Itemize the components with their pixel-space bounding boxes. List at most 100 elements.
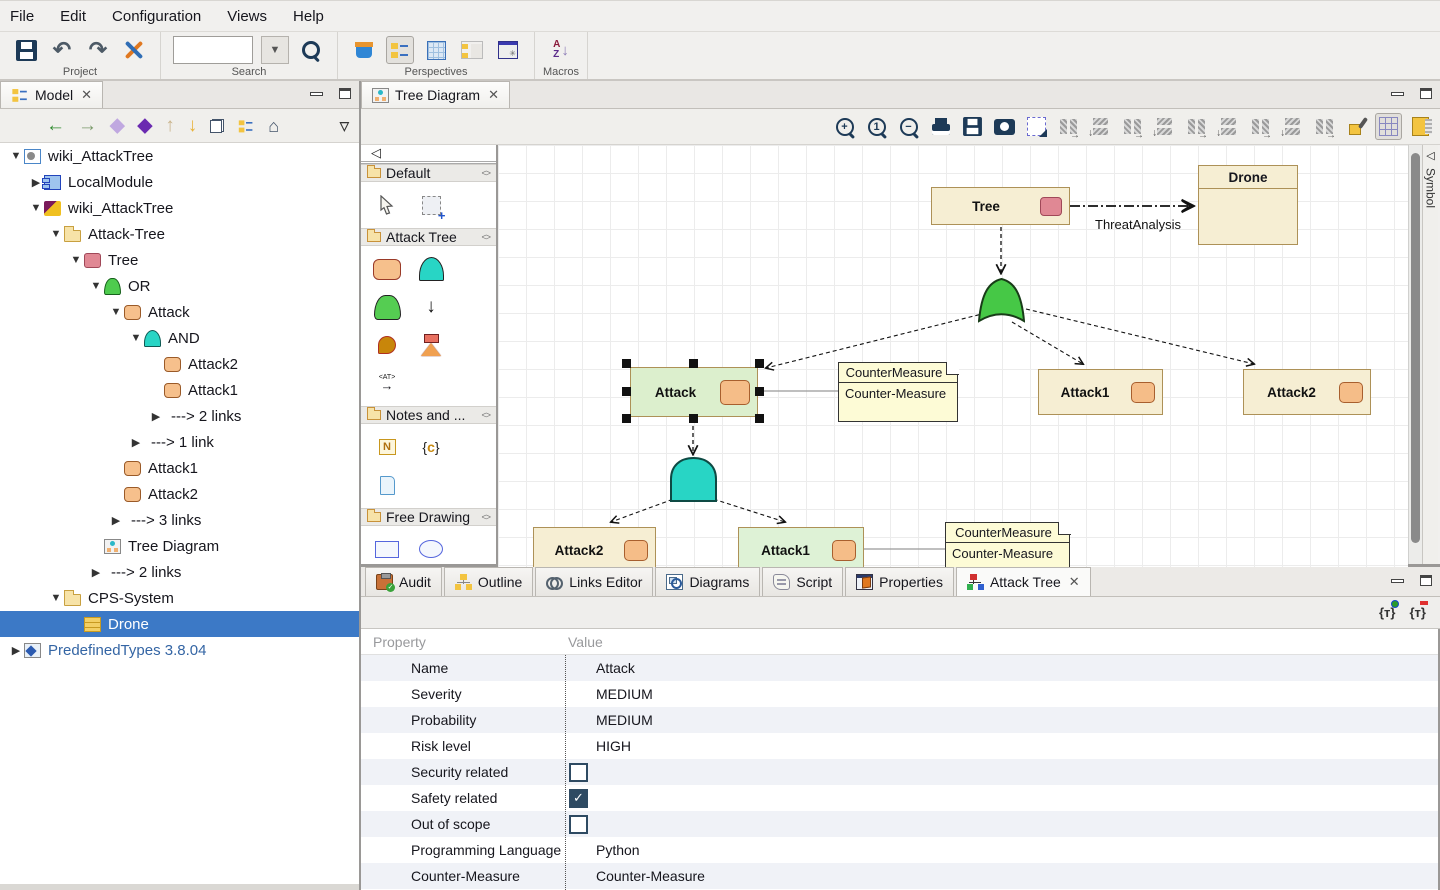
attack-countermeasure-badge[interactable] — [720, 380, 750, 405]
collapse-arrow-icon[interactable]: ▼ — [128, 332, 144, 344]
property-value[interactable]: HIGH — [565, 738, 1438, 754]
node-tree[interactable]: Tree — [931, 187, 1070, 225]
macros-button[interactable]: AZ↓ — [547, 36, 575, 64]
attack-tree-tab-close-icon[interactable]: ✕ — [1069, 574, 1080, 590]
bottom-maximize-icon[interactable] — [1420, 575, 1432, 586]
menu-help[interactable]: Help — [293, 8, 324, 25]
save-diagram-button[interactable] — [959, 113, 986, 140]
palette-collapse-button[interactable]: ◁ — [361, 145, 496, 164]
palette-section-default[interactable]: Default<> — [361, 164, 496, 182]
maximize-panel-icon[interactable] — [339, 88, 351, 99]
tree-item--1-link[interactable]: ▶---> 1 link — [0, 429, 359, 455]
tab-diagrams[interactable]: Diagrams — [655, 567, 760, 596]
bottom-minimize-icon[interactable] — [1391, 579, 1404, 583]
tree-item-attack2[interactable]: Attack2 — [0, 351, 359, 377]
copy-icon[interactable] — [210, 119, 224, 133]
tab-audit[interactable]: Audit — [365, 567, 442, 596]
tab-model[interactable]: Model ✕ — [0, 81, 103, 108]
collapse-arrow-icon[interactable]: ▼ — [48, 592, 64, 604]
tab-links-editor[interactable]: Links Editor — [535, 567, 653, 596]
tool-countermeasure-symbol[interactable] — [417, 332, 445, 358]
diagram-maximize-icon[interactable] — [1420, 88, 1432, 99]
settings-button[interactable] — [120, 36, 148, 64]
tree-item-attack1[interactable]: Attack1 — [0, 455, 359, 481]
tree-perspective-button[interactable] — [386, 36, 414, 64]
diamond-prev-icon[interactable]: ◆ — [110, 116, 125, 135]
expand-arrow-icon[interactable]: ▶ — [88, 566, 104, 579]
out-of-scope-checkbox[interactable] — [569, 815, 588, 834]
node-attack-selected[interactable]: Attack — [630, 367, 758, 417]
model-tab-close-icon[interactable]: ✕ — [81, 87, 92, 103]
node-attack2-mid[interactable]: Attack2 — [1243, 369, 1371, 415]
property-value[interactable]: Counter-Measure — [565, 868, 1438, 884]
move-up-icon[interactable]: ↑ — [165, 116, 175, 135]
expand-arrow-icon[interactable]: ▶ — [108, 514, 124, 527]
attack2-countermeasure-badge[interactable] — [1339, 382, 1363, 403]
center-horizontal-button[interactable] — [1215, 113, 1242, 140]
tree-item--3-links[interactable]: ▶---> 3 links — [0, 507, 359, 533]
diagram-minimize-icon[interactable] — [1391, 92, 1404, 96]
remove-attribute-button[interactable]: {т} — [1410, 605, 1427, 620]
tree-item-wiki-attacktree[interactable]: ▼wiki_AttackTree — [0, 195, 359, 221]
menu-views[interactable]: Views — [227, 8, 267, 25]
expand-arrow-icon[interactable]: ▶ — [148, 410, 164, 423]
screenshot-button[interactable] — [991, 113, 1018, 140]
collapse-arrow-icon[interactable]: ▼ — [8, 150, 24, 162]
tree-item--2-links[interactable]: ▶---> 2 links — [0, 403, 359, 429]
tool-ellipse[interactable] — [417, 536, 445, 562]
move-down-icon[interactable]: ↓ — [188, 116, 198, 135]
search-button[interactable] — [297, 36, 325, 64]
tool-at-link[interactable]: <AT>→ — [373, 370, 401, 396]
tool-cursor[interactable] — [373, 192, 401, 218]
scrollbar-thumb[interactable] — [1411, 153, 1420, 543]
tree-item-tree[interactable]: ▼Tree — [0, 247, 359, 273]
property-value[interactable]: MEDIUM — [565, 712, 1438, 728]
search-dropdown-button[interactable]: ▼ — [261, 36, 289, 64]
safety-related-checkbox[interactable]: ✓ — [569, 789, 588, 808]
tool-countermeasure-balloon[interactable] — [373, 332, 401, 358]
modeling-perspective-button[interactable] — [350, 36, 378, 64]
tree-item-tree-diagram[interactable]: Tree Diagram — [0, 533, 359, 559]
selection-handle[interactable] — [755, 414, 764, 423]
collapse-arrow-icon[interactable]: ▼ — [28, 202, 44, 214]
tool-sequence-arrow[interactable]: ↓ — [417, 294, 445, 320]
node-drone[interactable]: Drone — [1198, 165, 1298, 245]
security-related-checkbox[interactable] — [569, 763, 588, 782]
countermeasure-note-1[interactable]: CounterMeasure Counter-Measure — [838, 362, 958, 422]
symbol-side-panel[interactable]: ◁ Symbol — [1422, 145, 1438, 564]
property-value[interactable]: Attack — [565, 660, 1438, 676]
symbol-library-button[interactable] — [1407, 113, 1434, 140]
expand-arrow-icon[interactable]: ▶ — [8, 644, 24, 657]
search-input[interactable] — [173, 36, 253, 64]
tree-item-predefinedtypes-3-8-04[interactable]: ▶PredefinedTypes 3.8.04 — [0, 637, 359, 663]
tab-attack-tree[interactable]: Attack Tree✕ — [956, 567, 1091, 596]
center-vertical-button[interactable] — [1183, 113, 1210, 140]
paintbrush-button[interactable] — [1343, 113, 1370, 140]
tree-countermeasure-badge[interactable] — [1040, 197, 1062, 216]
attack2-bottom-badge[interactable] — [624, 540, 648, 561]
redo-button[interactable]: ↷ — [84, 36, 112, 64]
expand-symbol-panel-icon[interactable]: ◁ — [1426, 149, 1434, 162]
tool-rectangle[interactable] — [373, 536, 401, 562]
toggle-grid-button[interactable] — [1375, 113, 1402, 140]
tool-constraint[interactable]: {c} — [417, 434, 445, 460]
menu-edit[interactable]: Edit — [60, 8, 86, 25]
property-value[interactable]: Python — [565, 842, 1438, 858]
selection-handle[interactable] — [622, 414, 631, 423]
align-top-button[interactable] — [1055, 113, 1082, 140]
tree-item-attack[interactable]: ▼Attack — [0, 299, 359, 325]
zoom-in-button[interactable] — [831, 113, 858, 140]
canvas-vertical-scrollbar[interactable] — [1408, 145, 1422, 564]
palette-section-attack-tree[interactable]: Attack Tree<> — [361, 228, 496, 246]
menu-file[interactable]: File — [10, 8, 34, 25]
selection-handle[interactable] — [622, 387, 631, 396]
tree-item-attack-tree[interactable]: ▼Attack-Tree — [0, 221, 359, 247]
tab-script[interactable]: Script — [762, 567, 843, 596]
add-attribute-button[interactable]: {т} — [1379, 605, 1396, 620]
align-bottom-button[interactable] — [1119, 113, 1146, 140]
zoom-reset-button[interactable] — [863, 113, 890, 140]
tree-item-and[interactable]: ▼AND — [0, 325, 359, 351]
expand-arrow-icon[interactable]: ▶ — [128, 436, 144, 449]
palette-section-free-drawing[interactable]: Free Drawing<> — [361, 508, 496, 526]
tab-tree-diagram[interactable]: Tree Diagram ✕ — [361, 81, 510, 108]
